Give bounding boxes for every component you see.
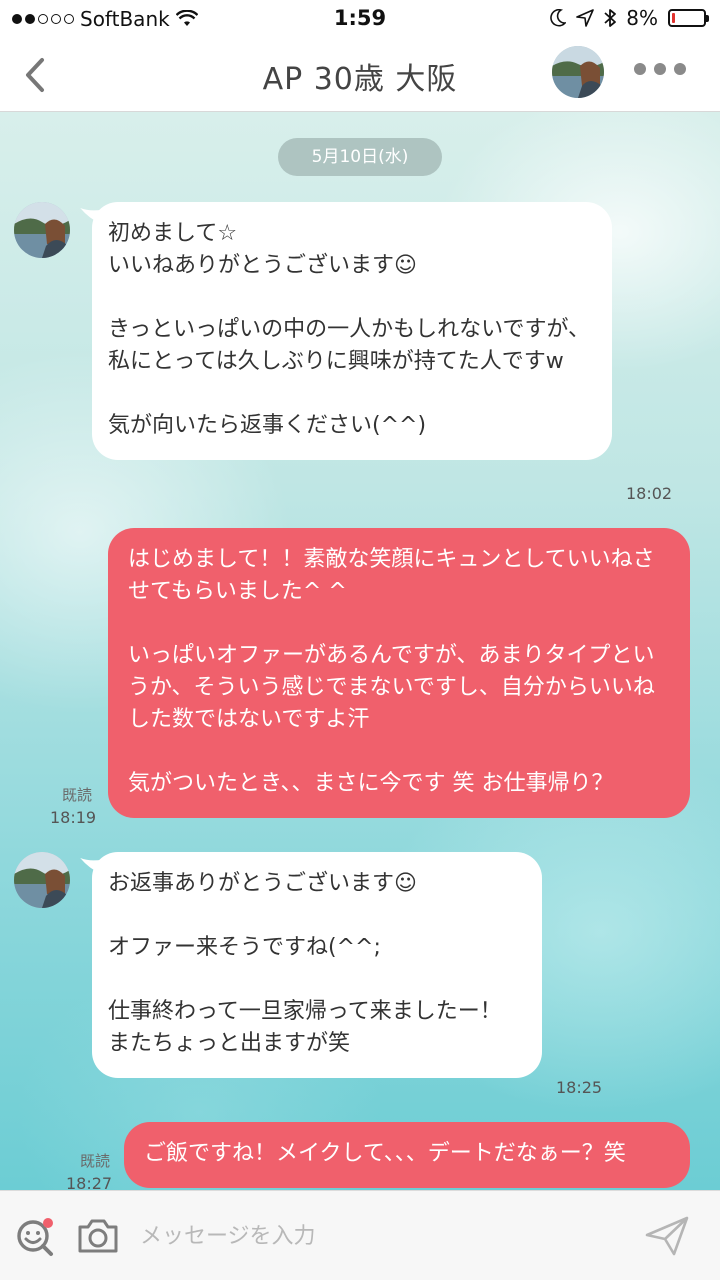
avatar-photo [14, 202, 70, 258]
message-bubble-incoming[interactable]: お返事ありがとうございます☺ オファー来そうですね(^^; 仕事終わって一旦家帰… [92, 852, 542, 1078]
emoji-button[interactable] [14, 1215, 58, 1259]
avatar-photo [14, 852, 70, 908]
message-time: 18:19 [50, 808, 97, 827]
smile-search-icon [17, 1218, 53, 1256]
partner-avatar[interactable] [552, 46, 604, 98]
date-separator: 5月10日(水) [278, 138, 442, 176]
camera-button[interactable] [76, 1217, 120, 1255]
battery-level [672, 13, 675, 23]
location-arrow-icon [576, 9, 595, 27]
read-receipt: 既読 [62, 786, 93, 804]
status-right: 8% [550, 6, 709, 30]
message-input-bar [0, 1190, 720, 1280]
send-icon [645, 1216, 689, 1256]
read-receipt: 既読 [80, 1152, 111, 1170]
send-button[interactable] [644, 1215, 690, 1257]
message-time: 18:25 [556, 1078, 603, 1097]
partner-avatar-small[interactable] [14, 202, 70, 258]
message-time: 18:02 [626, 484, 673, 503]
partner-name-title: AP 30歳 大阪 [262, 62, 458, 97]
moon-icon [550, 9, 567, 27]
battery-percent: 8% [626, 6, 658, 30]
message-bubble-incoming[interactable]: 初めまして☆ いいねありがとうございます☺ きっといっぱいの中の一人かもしれない… [92, 202, 612, 460]
status-bar: SoftBank 1:59 8% [0, 0, 720, 38]
message-bubble-outgoing[interactable]: はじめまして！！素敵な笑顔にキュンとしていいねさせてもらいました^ ^ いっぱい… [108, 528, 690, 818]
partner-avatar-small[interactable] [14, 852, 70, 908]
chat-area[interactable]: 5月10日(水) 初めまして☆ いいねありがとうございます☺ きっといっぱいの中… [0, 112, 720, 1190]
avatar-photo [552, 46, 604, 98]
more-options-button[interactable] [634, 63, 686, 75]
ellipsis-icon [634, 63, 646, 75]
message-time: 18:27 [66, 1174, 113, 1190]
battery-icon [668, 9, 709, 27]
message-input[interactable] [140, 1209, 620, 1263]
camera-icon [78, 1219, 118, 1253]
chat-header: AP 30歳 大阪 [0, 38, 720, 112]
bluetooth-icon [604, 9, 617, 27]
message-bubble-outgoing[interactable]: ご飯ですね！メイクして、、、デートだなぁー？笑 [124, 1122, 690, 1188]
